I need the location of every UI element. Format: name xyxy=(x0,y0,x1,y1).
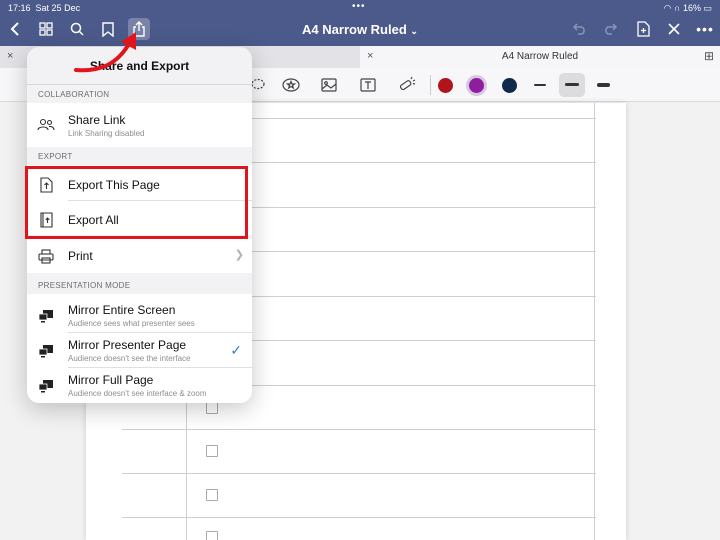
status-bar: 17:16 Sat 25 Dec ••• ◠ ∩ 16% ▭ xyxy=(0,0,720,14)
battery-level: 16% xyxy=(682,3,701,13)
chevron-right-icon: ❯ xyxy=(234,249,244,261)
share-link-row[interactable]: Share Link Link Sharing disabled xyxy=(27,103,252,147)
divider xyxy=(68,332,252,333)
ruled-line xyxy=(122,473,596,474)
section-header-collaboration: COLLABORATION xyxy=(38,90,110,99)
stroke-thin[interactable] xyxy=(534,84,546,86)
checkmark-icon: ✓ xyxy=(230,342,242,358)
more-icon[interactable]: ••• xyxy=(695,19,715,39)
wifi-icon: ◠ xyxy=(663,3,672,13)
mirror-presenter-page-subtitle: Audience doesn't see the interface xyxy=(68,354,191,363)
tab-close-icon[interactable]: × xyxy=(7,50,13,62)
color-swatch-red[interactable] xyxy=(438,78,453,93)
checkbox[interactable] xyxy=(206,402,218,414)
laser-pointer-icon[interactable] xyxy=(396,75,418,95)
divider xyxy=(27,84,252,85)
color-swatch-purple[interactable] xyxy=(469,78,484,93)
undo-icon[interactable] xyxy=(570,19,590,39)
mirror-screen-icon xyxy=(37,307,55,325)
section-header-export: EXPORT xyxy=(38,152,73,161)
ruled-line xyxy=(122,429,596,430)
close-icon[interactable] xyxy=(664,19,684,39)
people-icon xyxy=(37,116,55,134)
mirror-full-page-option[interactable]: Mirror Full Page xyxy=(68,373,153,387)
add-page-icon[interactable] xyxy=(633,19,653,39)
status-time: 17:16 Sat 25 Dec xyxy=(8,3,81,13)
status-right: ◠ ∩ 16% ▭ xyxy=(664,3,712,14)
section-header-presentation: PRESENTATION MODE xyxy=(38,281,131,290)
multitasking-dots[interactable]: ••• xyxy=(352,1,366,12)
mirror-full-page-subtitle: Audience doesn't see interface & zoom xyxy=(68,389,207,398)
new-tab-icon[interactable]: ⊞ xyxy=(704,49,714,63)
divider xyxy=(68,367,252,368)
redo-icon[interactable] xyxy=(600,19,620,39)
export-highlight-box xyxy=(25,166,248,239)
tab-label: A4 Narrow Ruled xyxy=(501,51,579,62)
stroke-medium xyxy=(565,83,579,86)
mirror-presenter-icon xyxy=(37,342,55,360)
checkbox[interactable] xyxy=(206,531,218,540)
tab-current[interactable]: × A4 Narrow Ruled xyxy=(360,46,720,68)
ruled-line xyxy=(122,517,596,518)
stroke-thick[interactable] xyxy=(597,83,610,87)
toolbar-divider xyxy=(430,75,431,95)
checkbox[interactable] xyxy=(206,489,218,501)
share-link-title: Share Link xyxy=(68,113,126,127)
mirror-entire-screen-option[interactable]: Mirror Entire Screen xyxy=(68,303,175,317)
right-border-line xyxy=(594,103,595,540)
mirror-full-page-icon xyxy=(37,377,55,395)
share-link-subtitle: Link Sharing disabled xyxy=(68,129,145,138)
text-tool-icon[interactable] xyxy=(357,75,379,95)
shapes-icon[interactable] xyxy=(280,75,302,95)
print-row[interactable]: Print ❯ xyxy=(27,239,252,273)
checkbox[interactable] xyxy=(206,445,218,457)
mirror-entire-screen-subtitle: Audience sees what presenter sees xyxy=(68,319,195,328)
mirror-presenter-page-option[interactable]: Mirror Presenter Page xyxy=(68,338,186,352)
annotation-arrow-icon xyxy=(74,32,136,73)
battery-icon: ▭ xyxy=(703,3,712,13)
chevron-down-icon: ⌄ xyxy=(410,26,418,36)
headphones-icon: ∩ xyxy=(673,3,681,13)
color-swatch-navy[interactable] xyxy=(502,78,517,93)
printer-icon xyxy=(37,247,55,265)
presentation-group: Mirror Entire Screen Audience sees what … xyxy=(27,294,252,403)
print-label: Print xyxy=(68,249,93,263)
image-icon[interactable] xyxy=(318,75,340,95)
